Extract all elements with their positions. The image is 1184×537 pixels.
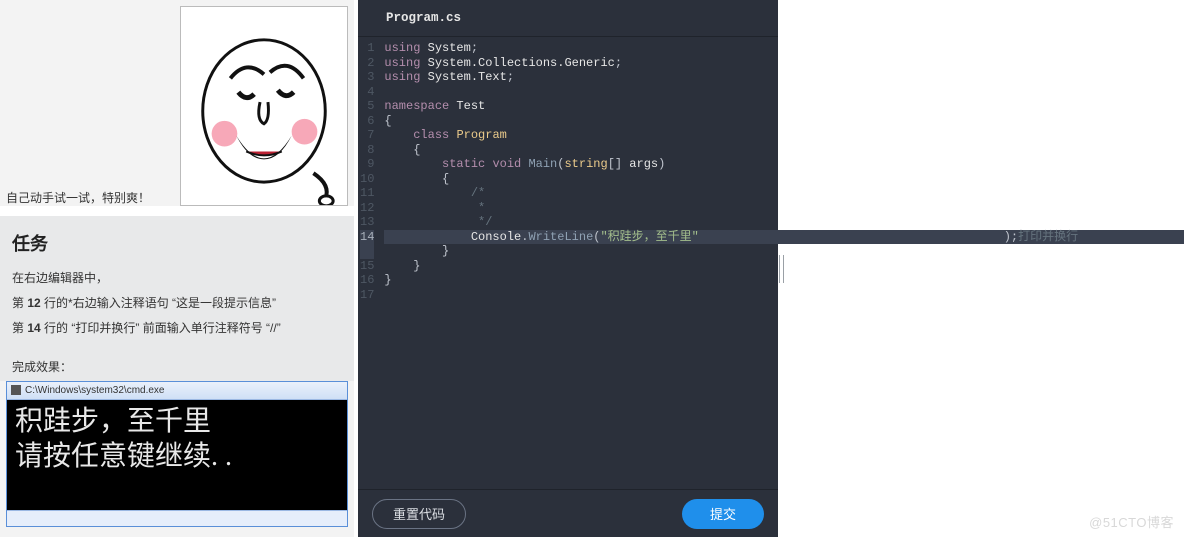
reset-button[interactable]: 重置代码 <box>372 499 466 529</box>
watermark: @51CTO博客 <box>1089 512 1174 531</box>
code-area[interactable]: 1234567891011121314151617 using System;u… <box>358 36 778 489</box>
task-intro: 在右边编辑器中， <box>12 266 342 291</box>
console-output: 积跬步，至千里 请按任意键继续. . <box>7 400 347 510</box>
task-section: 任务 在右边编辑器中， 第 12 行的*右边输入注释语句 “这是一段提示信息” … <box>0 216 354 354</box>
editor-pane: Program.cs 1234567891011121314151617 usi… <box>358 0 778 537</box>
submit-button[interactable]: 提交 <box>682 499 764 529</box>
meme-caption: 自己动手试一试，特别爽！ <box>6 189 150 206</box>
code-text[interactable]: using System;using System.Collections.Ge… <box>380 37 888 489</box>
task-step-1: 第 12 行的*右边输入注释语句 “这是一段提示信息” <box>12 291 342 316</box>
console-preview: C:\Windows\system32\cmd.exe 积跬步，至千里 请按任意… <box>6 381 348 527</box>
pane-resize-handle[interactable] <box>778 0 784 537</box>
instructions-pane[interactable]: 自己动手试一试，特别爽！ <box>0 0 354 537</box>
meme-block: 自己动手试一试，特别爽！ <box>0 0 354 206</box>
console-titlebar: C:\Windows\system32\cmd.exe <box>7 382 347 400</box>
line-gutter: 1234567891011121314151617 <box>358 37 380 489</box>
task-step-2: 第 14 行的 “打印并换行” 前面输入单行注释符号 “//” <box>12 316 342 341</box>
console-icon <box>11 385 21 395</box>
action-bar: 重置代码 提交 <box>358 489 778 537</box>
result-label: 完成效果： <box>0 354 354 381</box>
tab-program-cs[interactable]: Program.cs <box>372 5 475 31</box>
task-title: 任务 <box>12 230 342 256</box>
meme-image <box>180 6 348 206</box>
console-statusbar <box>7 510 347 526</box>
tab-bar: Program.cs <box>358 0 778 36</box>
console-title: C:\Windows\system32\cmd.exe <box>25 385 165 396</box>
